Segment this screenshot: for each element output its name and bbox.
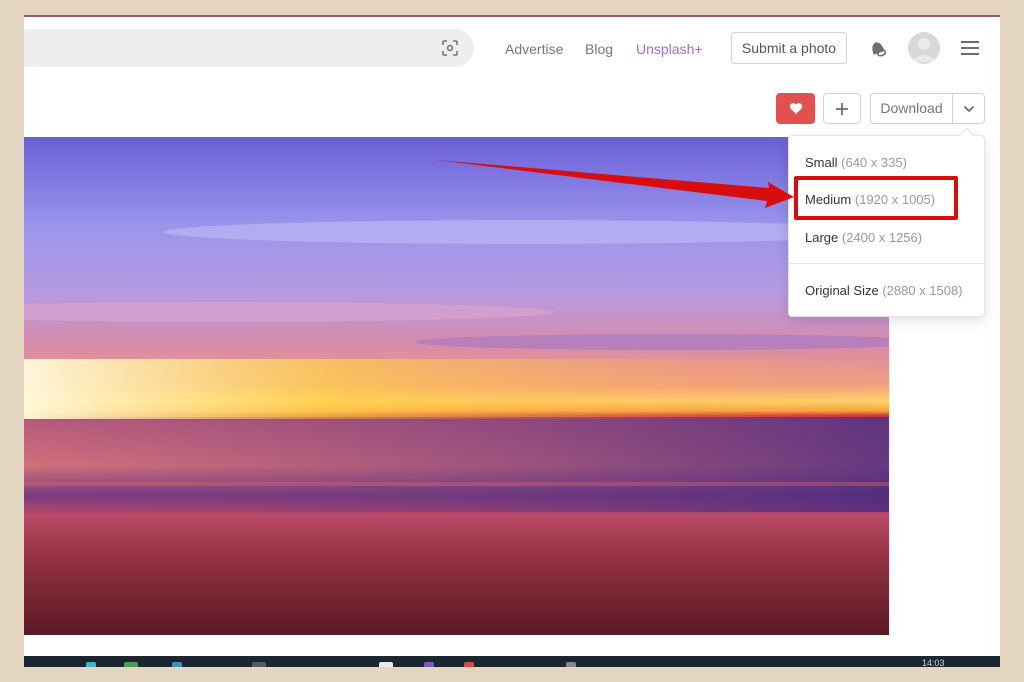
size-label: Original Size [805, 283, 879, 298]
os-taskbar: 14:03 [24, 656, 1000, 667]
taskbar-app-icon[interactable] [566, 662, 576, 667]
nav-blog-link[interactable]: Blog [585, 41, 613, 57]
nav-unsplash-plus-link[interactable]: Unsplash+ [636, 41, 703, 57]
taskbar-app-icon[interactable] [379, 662, 393, 667]
download-options-toggle[interactable] [953, 94, 984, 123]
nav-advertise-link[interactable]: Advertise [505, 41, 563, 57]
user-avatar[interactable] [908, 32, 940, 64]
size-label: Large [805, 230, 839, 245]
bell-icon[interactable] [868, 39, 888, 59]
menu-divider [789, 263, 984, 264]
hamburger-menu-icon[interactable] [961, 41, 979, 55]
browser-page: Advertise Blog Unsplash+ Submit a photo … [24, 15, 1000, 667]
taskbar-app-icon[interactable] [124, 662, 138, 667]
download-size-menu: Small (640 x 335) Medium (1920 x 1005) L… [788, 135, 985, 317]
chevron-down-icon [963, 105, 974, 112]
download-button[interactable]: Download [871, 94, 953, 123]
download-size-small[interactable]: Small (640 x 335) [805, 155, 907, 170]
sunset-beach-image [24, 137, 889, 635]
taskbar-clock: 14:03 [922, 658, 945, 667]
size-label: Small [805, 155, 838, 170]
size-dimensions: (2880 x 1508) [882, 283, 963, 298]
search-input[interactable] [24, 29, 474, 67]
taskbar-app-icon[interactable] [252, 662, 266, 667]
annotation-highlight-box [794, 176, 958, 220]
default-avatar-icon [913, 38, 935, 62]
add-to-collection-button[interactable] [823, 93, 861, 124]
download-button-group: Download [870, 93, 985, 124]
taskbar-app-icon[interactable] [424, 662, 434, 667]
taskbar-app-icon[interactable] [464, 662, 474, 667]
like-button[interactable] [776, 93, 815, 124]
visual-search-icon[interactable] [442, 40, 458, 56]
top-accent-line [24, 15, 1000, 17]
size-dimensions: (2400 x 1256) [841, 230, 923, 245]
download-size-large[interactable]: Large (2400 x 1256) [805, 230, 922, 245]
heart-icon [789, 103, 802, 114]
plus-icon [836, 102, 848, 115]
download-size-original[interactable]: Original Size (2880 x 1508) [805, 283, 963, 298]
submit-photo-button[interactable]: Submit a photo [731, 32, 847, 64]
size-dimensions: (640 x 335) [841, 155, 907, 170]
taskbar-app-icon[interactable] [172, 662, 182, 667]
photo[interactable] [24, 137, 889, 635]
taskbar-app-icon[interactable] [86, 662, 96, 667]
